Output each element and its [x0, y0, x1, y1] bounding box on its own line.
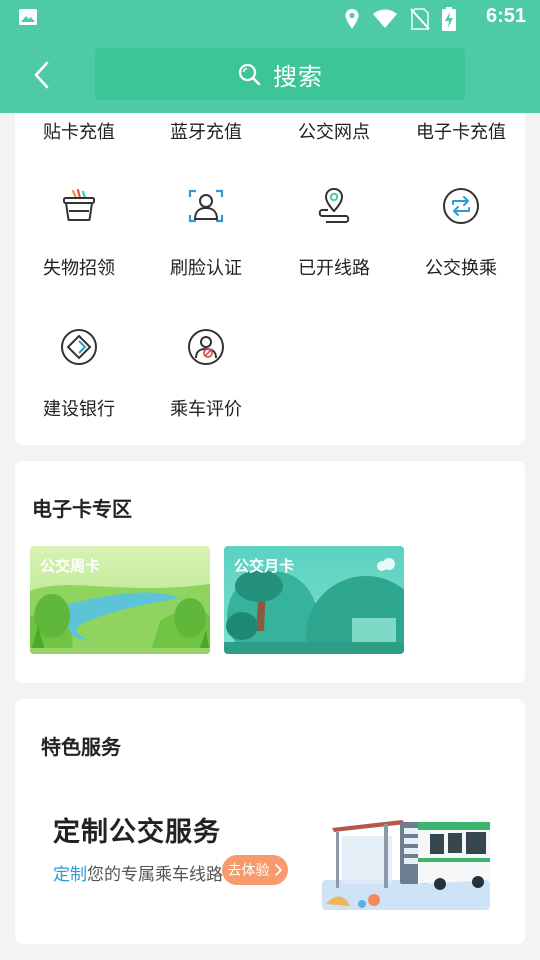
search-bar[interactable]: 搜索 [95, 48, 465, 100]
custom-bus-subtitle: 定制您的专属乘车线路 [53, 860, 223, 885]
service-label: 建设银行 [43, 399, 115, 420]
service-ride-review[interactable]: 乘车评价 [142, 327, 270, 421]
ride-review-icon [188, 329, 224, 365]
search-label: 搜索 [273, 62, 323, 91]
services-top-row: 贴卡充值 蓝牙充值 公交网点 电子卡充值 [15, 118, 525, 144]
ecard-label: 公交周卡 [40, 557, 101, 575]
battery-charging-icon [442, 7, 456, 31]
service-card-recharge[interactable]: 贴卡充值 [15, 118, 143, 144]
subtitle-rest: 您的专属乘车线路 [87, 865, 223, 885]
route-pin-icon [318, 187, 350, 223]
service-lost-found[interactable]: 失物招领 [15, 186, 143, 280]
weekly-bus-card[interactable]: 公交周卡 [30, 546, 210, 654]
service-label: 公交换乘 [425, 258, 497, 279]
chevron-right-icon [274, 864, 282, 876]
face-verify-icon [188, 189, 224, 223]
ecard-section: 电子卡专区 公交周卡 公交月卡 [15, 461, 525, 683]
service-label: 失物招领 [43, 258, 115, 279]
service-bus-transfer[interactable]: 公交换乘 [397, 186, 525, 280]
status-bar: 6:51 [0, 0, 540, 36]
special-services-section: 特色服务 定制公交服务 定制您的专属乘车线路 去体验 [15, 699, 525, 944]
wifi-icon [373, 9, 397, 28]
try-it-button[interactable]: 去体验 [222, 855, 288, 885]
transfer-cycle-icon [443, 188, 479, 224]
back-button[interactable] [26, 58, 56, 92]
subtitle-highlight: 定制 [53, 865, 87, 885]
image-notification-icon [19, 9, 37, 25]
service-ecard-recharge[interactable]: 电子卡充值 [397, 118, 525, 144]
service-open-routes[interactable]: 已开线路 [270, 186, 398, 280]
monthly-bus-card[interactable]: 公交月卡 [224, 546, 404, 654]
special-title: 特色服务 [41, 735, 121, 759]
custom-bus-title: 定制公交服务 [53, 817, 221, 848]
service-bluetooth-recharge[interactable]: 蓝牙充值 [142, 118, 270, 144]
service-bus-outlets[interactable]: 公交网点 [270, 118, 398, 144]
ecard-title: 电子卡专区 [32, 497, 132, 521]
ecard-label: 公交月卡 [234, 557, 295, 575]
service-face-verify[interactable]: 刷脸认证 [142, 186, 270, 280]
service-label: 乘车评价 [170, 399, 242, 420]
no-sim-icon [410, 8, 430, 30]
service-label: 已开线路 [298, 258, 370, 279]
bus-station-illustration [322, 820, 490, 910]
status-time: 6:51 [485, 5, 526, 27]
location-icon [345, 9, 359, 29]
ccb-bank-icon [61, 329, 97, 365]
service-ccb-bank[interactable]: 建设银行 [15, 327, 143, 421]
chevron-left-icon [34, 61, 49, 89]
top-bar: 6:51 搜索 [0, 0, 540, 113]
service-label: 刷脸认证 [170, 258, 242, 279]
search-icon [238, 63, 261, 86]
try-it-label: 去体验 [227, 863, 270, 879]
lost-found-basket-icon [63, 188, 95, 221]
